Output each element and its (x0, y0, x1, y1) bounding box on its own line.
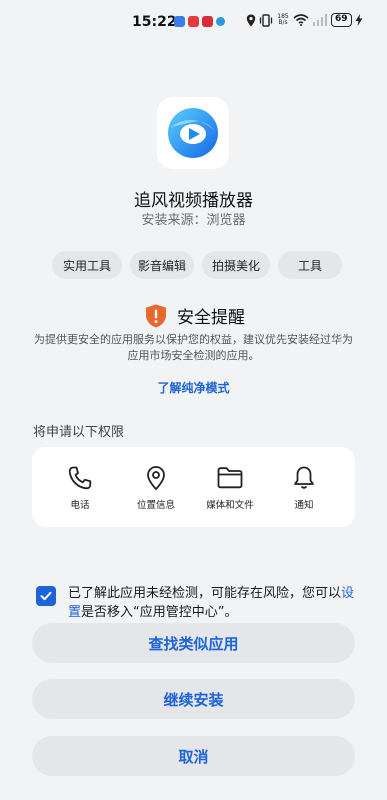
red-app-icon (188, 16, 199, 27)
permissions-heading: 将申请以下权限 (33, 425, 125, 440)
consent-checkbox[interactable] (36, 586, 56, 606)
red-app-icon (202, 16, 213, 27)
security-description: 为提供更安全的应用服务以保护您的权益，建议优先安装经过华为应用市场安全检测的应用… (34, 333, 353, 362)
checkmark-icon (40, 591, 52, 601)
blue-app-icon (174, 16, 185, 27)
learn-pure-mode-link[interactable]: 了解纯净模式 (0, 379, 387, 396)
bell-icon (294, 466, 314, 489)
location-icon (246, 14, 256, 26)
app-icon (157, 97, 229, 169)
notification-icons (174, 16, 225, 27)
category-tag: 影音编辑 (130, 251, 194, 279)
security-title-text: 安全提醒 (177, 308, 245, 328)
net-speed: 185 B/s (276, 14, 290, 26)
phone-icon (68, 466, 92, 490)
permission-label: 媒体和文件 (206, 500, 254, 511)
app-name: 追风视频播放器 (134, 191, 253, 211)
permissions-card: 电话 位置信息 媒体和文件 通知 (32, 447, 355, 527)
install-source-label: 安装来源： (141, 213, 207, 228)
category-tags: 实用工具 影音编辑 拍摄美化 工具 (52, 251, 342, 279)
status-time: 15:22 (132, 14, 177, 30)
folder-icon (217, 467, 243, 489)
system-icons: 185 B/s 69 (246, 13, 363, 27)
permission-item-location: 位置信息 (116, 465, 196, 511)
consent-text-after: 是否移入“应用管控中心”。 (81, 605, 238, 620)
charging-icon (355, 14, 363, 26)
permission-item-media-files: 媒体和文件 (190, 465, 270, 511)
category-tag: 工具 (278, 251, 342, 279)
security-title: 安全提醒 (145, 303, 245, 328)
signal-icon (313, 14, 327, 26)
status-bar: 15:22 185 B/s 69 (0, 0, 387, 44)
install-source: 安装来源：浏览器 (0, 209, 387, 228)
battery-icon: 69 (331, 13, 352, 27)
wifi-icon (293, 14, 309, 26)
install-source-value: 浏览器 (206, 213, 246, 228)
permission-item-phone: 电话 (40, 465, 120, 511)
category-tag: 拍摄美化 (202, 251, 270, 279)
video-player-app-icon (168, 108, 218, 158)
consent-text-before: 已了解此应用未经检测，可能存在风险，您可以 (68, 586, 342, 601)
cancel-button[interactable]: 取消 (32, 736, 355, 776)
net-speed-unit: B/s (278, 19, 288, 26)
permission-label: 电话 (70, 500, 90, 511)
permission-item-notification: 通知 (264, 465, 344, 511)
permission-label: 位置信息 (136, 500, 175, 511)
continue-install-button[interactable]: 继续安装 (32, 679, 355, 719)
category-tag: 实用工具 (52, 251, 122, 279)
cyan-app-icon (216, 17, 225, 26)
location-pin-icon (147, 466, 165, 491)
find-similar-apps-button[interactable]: 查找类似应用 (32, 623, 355, 663)
vibrate-icon (259, 13, 273, 27)
consent-text: 已了解此应用未经检测，可能存在风险，您可以设置是否移入“应用管控中心”。 (68, 584, 356, 622)
permission-label: 通知 (294, 500, 314, 511)
shield-warning-icon (146, 304, 166, 327)
